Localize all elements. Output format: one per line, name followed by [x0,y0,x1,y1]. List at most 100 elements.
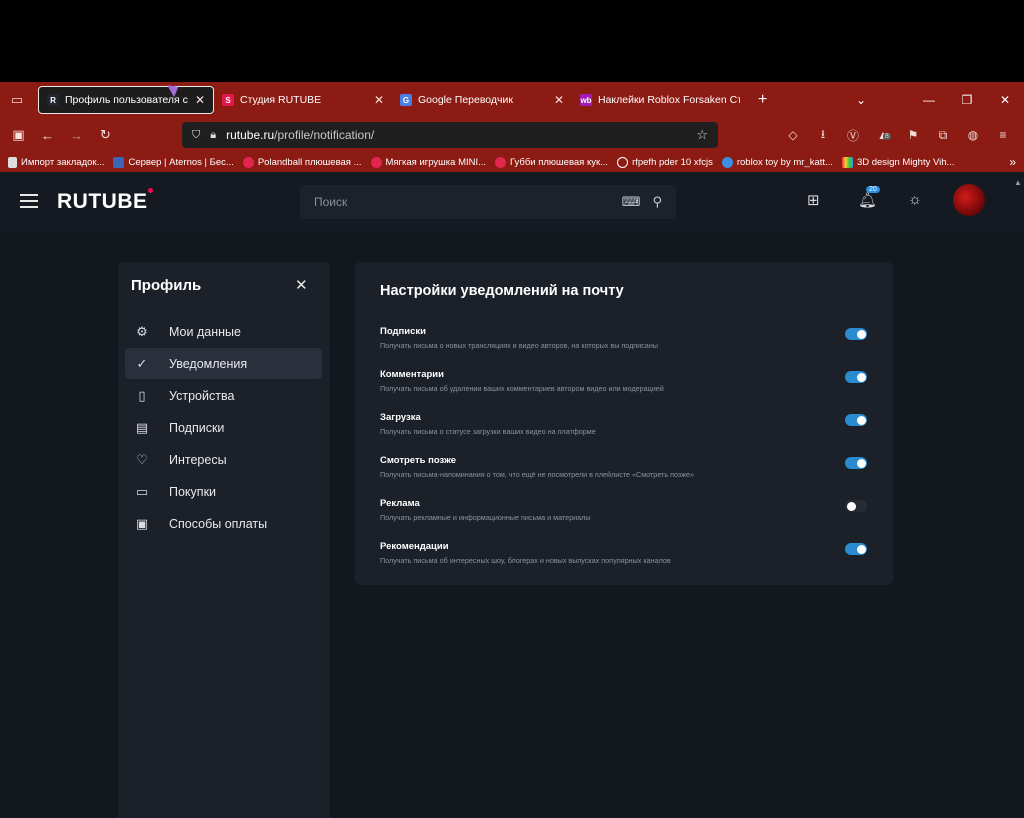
panel-title: Настройки уведомлений на почту [380,283,624,299]
ads-toggle[interactable] [845,500,867,512]
bookmark-item[interactable]: Губби плюшевая кук... [495,156,608,168]
option-watch-later: Смотреть позже Получать письма-напоминан… [380,455,880,479]
studio-favicon-icon: S [222,94,234,106]
bookmarks-bar: Импорт закладок... Сервер | Aternos | Бе… [0,152,1024,172]
scrollbar[interactable]: ▲ [1014,172,1022,818]
page-content: Профиль ✕ ⚙ Мои данные ✓ Уведомления ▯ Устр… [0,230,1024,818]
lock-icon[interactable]: 🔒︎ [210,129,216,142]
wb-favicon-icon: wb [580,94,592,106]
url-host: rutube.ru [226,128,275,142]
subscriptions-toggle[interactable] [845,328,867,340]
extensions-icon[interactable]: ⧉ [928,128,958,143]
hamburger-menu-icon[interactable] [20,194,38,212]
rutube-logo[interactable]: RUTUBE [57,188,153,214]
search-box: ⌨ ⚲ [300,185,676,219]
tab-list-icon[interactable]: ▭ [0,92,34,108]
sidebar-item-purchases[interactable]: ▭ Покупки [125,476,322,507]
more-bookmarks-icon[interactable]: » [1009,155,1016,169]
sidebar-item-payment-methods[interactable]: ▣ Способы оплаты [125,508,322,539]
new-tab-icon[interactable]: + [758,91,767,109]
close-icon[interactable]: ✕ [295,276,308,294]
vpn-extension-icon[interactable]: Ⓥ [838,127,868,144]
subscriptions-icon: ▤ [135,419,149,435]
shield-icon[interactable]: ⛉ [192,129,200,142]
close-tab-icon[interactable]: ✕ [554,93,564,107]
rutube-favicon-icon: R [47,94,59,106]
close-tab-icon[interactable]: ✕ [374,93,384,107]
reload-icon[interactable]: ↻ [91,127,120,143]
bookmark-extension-icon[interactable]: ⚑ [898,128,928,142]
back-icon[interactable]: ← [33,128,62,143]
download-icon[interactable]: ⭳ [808,125,838,146]
option-recommendations: Рекомендации Получать письма об интересн… [380,541,880,565]
notifications-icon[interactable]: 🔔︎ 20 [858,186,880,209]
profile-sidebar: Профиль ✕ ⚙ Мои данные ✓ Уведомления ▯ Устр… [118,262,330,818]
bookmark-item[interactable]: 3D design Mighty Vih... [841,156,954,168]
bookmark-item[interactable]: roblox toy by mr_katt... [721,156,833,168]
extension-badge: 8 [883,133,891,140]
app-header: RUTUBE ⌨ ⚲ ⊞ 🔔︎20 ☼ [0,172,1024,230]
shop-icon [495,156,507,168]
design-icon [841,156,853,168]
option-subscriptions: Подписки Получать письма о новых трансля… [380,326,880,350]
tab-bar: ▭ R Профиль пользователя с ✕ S Студия RU… [0,82,1024,118]
option-ads: Реклама Получать рекламные и информацион… [380,498,880,522]
address-bar[interactable]: ⛉ 🔒︎ rutube.ru/profile/notification/ ☆ [182,122,718,148]
aternos-icon [113,156,125,168]
forward-icon[interactable]: → [62,128,91,143]
bookmark-item[interactable]: rfpefh pder 10 xfcjs [617,156,713,168]
card-icon: ▣ [135,515,149,531]
scroll-up-icon[interactable]: ▲ [1014,178,1022,187]
upload-toggle[interactable] [845,414,867,426]
sidebar-item-notifications[interactable]: ✓ Уведомления [125,348,322,379]
theme-toggle-icon[interactable]: ☼ [908,191,922,208]
url-path: /profile/notification/ [274,128,375,142]
close-window-icon[interactable]: ✕ [986,93,1024,107]
search-icon[interactable]: ⚲ [652,194,662,210]
sidebar-item-interests[interactable]: ♡ Интересы [125,444,322,475]
menu-icon[interactable]: ≡ [988,128,1018,142]
comments-toggle[interactable] [845,371,867,383]
tab-studio[interactable]: S Студия RUTUBE ✕ [214,86,392,114]
import-icon [8,156,17,168]
minimize-icon[interactable]: — [910,93,948,107]
shop-icon [242,156,254,168]
option-upload: Загрузка Получать письма о статусе загру… [380,412,880,436]
close-tab-icon[interactable]: ✕ [195,93,205,107]
option-comments: Комментарии Получать письма об удалении … [380,369,880,393]
globe-icon[interactable]: ◍ [958,128,988,142]
bookmark-item[interactable]: Сервер | Aternos | Бес... [113,156,234,168]
shop-icon [370,156,382,168]
site-icon [721,156,733,168]
upload-icon[interactable]: ⊞ [807,191,820,209]
sidebar-item-devices[interactable]: ▯ Устройства [125,380,322,411]
keyboard-icon[interactable]: ⌨ [622,194,641,210]
recommendations-toggle[interactable] [845,543,867,555]
restore-icon[interactable]: ❐ [948,93,986,107]
bookmark-star-icon[interactable]: ☆ [696,127,708,143]
bookmark-item[interactable]: Мягкая игрушка MINI... [370,156,486,168]
avatar[interactable] [953,184,985,216]
globe-icon [617,156,629,168]
wallet-icon: ▭ [135,483,149,499]
sidebar-item-subscriptions[interactable]: ▤ Подписки [125,412,322,443]
tab-wb[interactable]: wb Наклейки Roblox Forsaken Ст [572,86,748,114]
tab-profile[interactable]: R Профиль пользователя с ✕ [38,86,214,114]
sidebar-toggle-icon[interactable]: ▣ [4,127,33,143]
gear-icon: ⚙ [136,323,148,339]
pocket-icon[interactable]: ◇ [778,128,808,142]
tab-translate[interactable]: G Google Переводчик ✕ [392,86,572,114]
tab-overflow-icon[interactable]: ⌄ [842,93,880,107]
sidebar-item-my-data[interactable]: ⚙ Мои данные [125,316,322,347]
toolbar-icons: ◇ ⭳ Ⓥ ▲8 ⚑ ⧉ ◍ ≡ [778,118,1018,152]
translate-favicon-icon: G [400,94,412,106]
sidebar-title: Профиль [131,277,202,294]
watch-later-toggle[interactable] [845,457,867,469]
adblock-extension-icon[interactable]: ▲8 [868,128,898,142]
top-black-bar [0,0,1024,82]
bookmark-item[interactable]: Импорт закладок... [8,156,104,168]
bookmark-item[interactable]: Polandball плюшевая ... [242,156,362,168]
check-icon: ✓ [136,355,148,371]
notification-badge: 20 [866,186,880,193]
search-input[interactable] [314,195,610,209]
